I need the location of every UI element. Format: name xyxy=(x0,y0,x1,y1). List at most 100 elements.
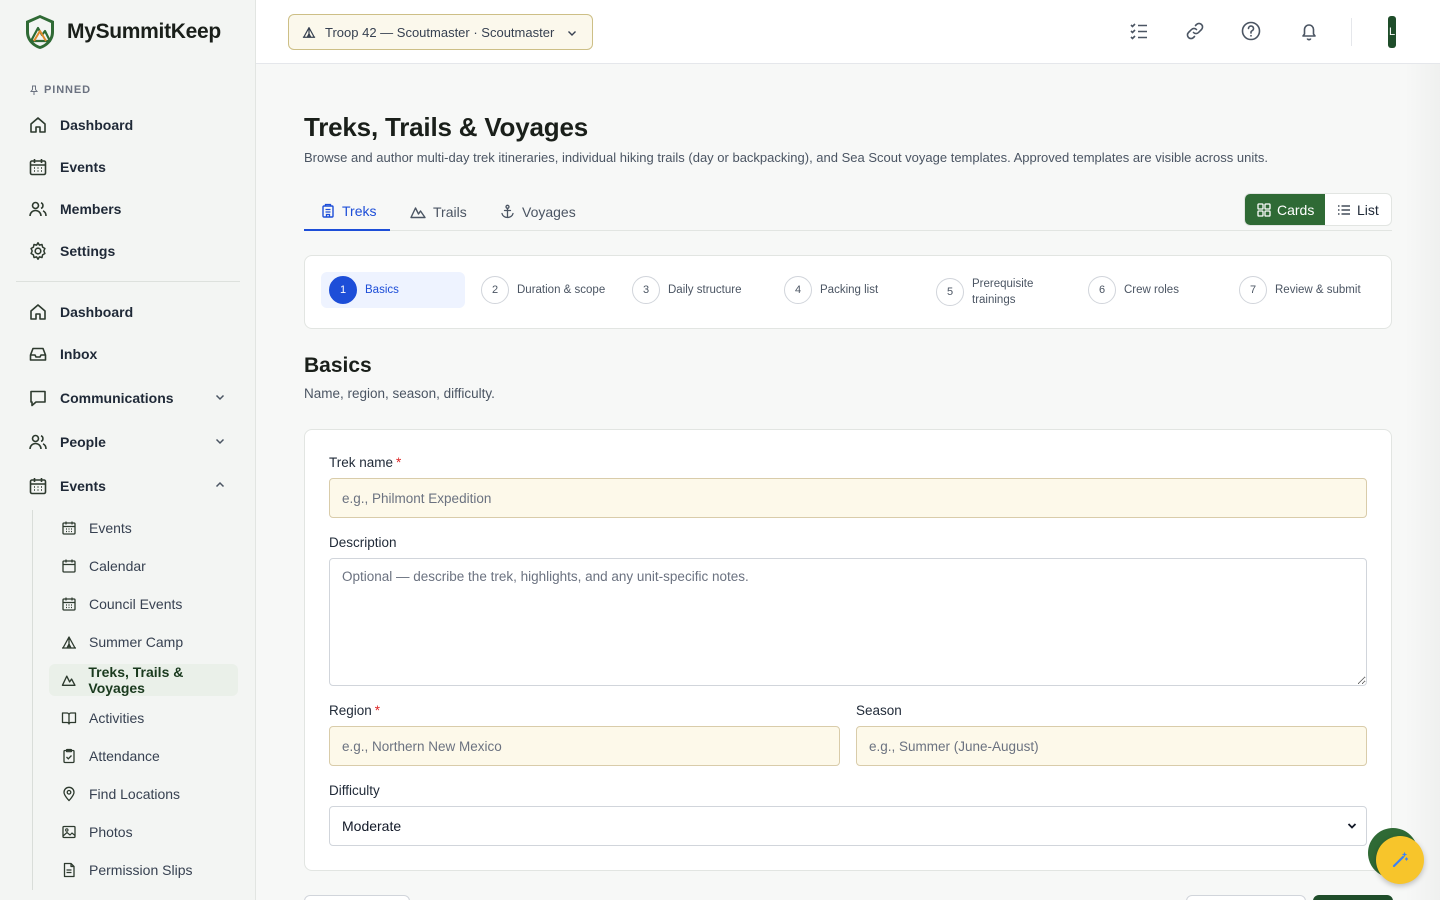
required-marker: * xyxy=(374,703,381,718)
season-input[interactable] xyxy=(856,726,1367,766)
tab-voyages[interactable]: Voyages xyxy=(500,192,590,231)
subnav-treks-trails-voyages[interactable]: Treks, Trails & Voyages xyxy=(49,664,238,696)
save-draft-button[interactable] xyxy=(1186,895,1306,900)
home-icon xyxy=(30,304,46,320)
wizard-stepper: 1 Basics 2 Duration & scope 3 Daily stru… xyxy=(304,255,1392,329)
next-button[interactable] xyxy=(1313,895,1393,900)
subnav-find-locations[interactable]: Find Locations xyxy=(49,778,238,810)
required-marker: * xyxy=(396,455,402,470)
chevron-up-icon[interactable] xyxy=(214,479,226,491)
image-icon xyxy=(62,825,76,839)
assistant-fab[interactable] xyxy=(1376,836,1424,884)
tent-icon xyxy=(302,27,316,38)
clipboard-check-icon xyxy=(63,748,75,764)
book-icon xyxy=(61,712,77,725)
sidebar: MySummitKeep PINNED Dashboard Events Mem… xyxy=(0,0,256,900)
section-title: Basics xyxy=(304,354,372,377)
chevron-down-icon xyxy=(568,31,576,36)
step-duration-scope[interactable]: 2 Duration & scope xyxy=(473,272,613,308)
page-title: Treks, Trails & Voyages xyxy=(304,112,588,142)
subnav-permission-slips[interactable]: Permission Slips xyxy=(49,854,238,886)
unit-selector-label: Troop 42 — Scoutmaster · Scoutmaster xyxy=(325,24,555,40)
pinned-section-label: PINNED xyxy=(29,84,255,96)
description-textarea[interactable] xyxy=(329,558,1367,686)
step-prerequisite-trainings[interactable]: 5 Prerequisite trainings xyxy=(928,274,1068,310)
calendar-icon xyxy=(62,521,76,535)
brand-name: MySummitKeep xyxy=(67,20,221,43)
bell-icon[interactable] xyxy=(1298,20,1320,42)
region-label: Region * xyxy=(329,703,381,718)
basics-form: Trek name* Description Region* Season Di… xyxy=(304,429,1392,871)
chevron-down-icon[interactable] xyxy=(214,391,226,403)
topbar: Troop 42 — Scoutmaster · Scoutmaster L xyxy=(256,0,1440,64)
subnav-attendance[interactable]: Attendance xyxy=(49,740,238,772)
view-cards-button[interactable]: Cards xyxy=(1245,194,1325,225)
subnav-calendar[interactable]: Calendar xyxy=(49,550,238,582)
tab-trails[interactable]: Trails xyxy=(410,192,480,231)
chevron-down-icon xyxy=(1347,823,1357,829)
unit-selector[interactable]: Troop 42 — Scoutmaster · Scoutmaster xyxy=(288,14,593,50)
map-pin-icon xyxy=(63,786,75,802)
pinned-nav-settings[interactable]: Settings xyxy=(16,233,240,269)
gear-icon xyxy=(30,242,46,260)
nav-inbox[interactable]: Inbox xyxy=(16,336,240,372)
step-number: 2 xyxy=(481,276,509,304)
description-label: Description xyxy=(329,535,397,550)
season-label: Season xyxy=(856,703,902,718)
subnav-events[interactable]: Events xyxy=(49,512,238,544)
step-review-submit[interactable]: 7 Review & submit xyxy=(1231,272,1381,308)
trek-name-input[interactable] xyxy=(329,478,1367,518)
anchor-icon xyxy=(501,204,514,219)
pinned-nav-dashboard[interactable]: Dashboard xyxy=(16,107,240,143)
difficulty-label: Difficulty xyxy=(329,783,380,798)
document-icon xyxy=(63,862,75,878)
step-number: 7 xyxy=(1239,276,1267,304)
step-label: Prerequisite trainings xyxy=(972,278,1034,306)
link-icon[interactable] xyxy=(1184,20,1206,42)
nav-communications[interactable]: Communications xyxy=(16,380,240,416)
checklist-icon[interactable] xyxy=(1128,20,1150,42)
subnav-summer-camp[interactable]: Summer Camp xyxy=(49,626,238,658)
calendar-icon xyxy=(62,559,76,573)
pinned-nav-members[interactable]: Members xyxy=(16,191,240,227)
back-button[interactable] xyxy=(304,895,410,900)
step-number: 4 xyxy=(784,276,812,304)
sidebar-divider xyxy=(16,281,240,282)
step-number: 6 xyxy=(1088,276,1116,304)
chevron-down-icon[interactable] xyxy=(214,435,226,447)
nav-events[interactable]: Events xyxy=(16,468,240,504)
subnav-council-events[interactable]: Council Events xyxy=(49,588,238,620)
step-label: Review & submit xyxy=(1275,284,1361,296)
step-daily-structure[interactable]: 3 Daily structure xyxy=(624,272,764,308)
pinned-nav-events[interactable]: Events xyxy=(16,149,240,185)
summit-logo-icon xyxy=(26,15,54,49)
page-subtitle: Browse and author multi-day trek itinera… xyxy=(304,150,1268,165)
step-basics[interactable]: 1 Basics xyxy=(321,272,465,308)
help-icon[interactable] xyxy=(1240,20,1262,42)
step-crew-roles[interactable]: 6 Crew roles xyxy=(1080,272,1220,308)
brand[interactable]: MySummitKeep xyxy=(0,0,255,64)
pin-icon xyxy=(30,85,38,95)
user-avatar[interactable]: L xyxy=(1388,16,1396,48)
calendar-icon xyxy=(62,597,76,611)
calendar-icon xyxy=(29,159,47,176)
difficulty-selected-value: Moderate xyxy=(342,818,402,834)
main-content: Treks, Trails & Voyages Browse and autho… xyxy=(256,64,1440,900)
tab-treks[interactable]: Treks xyxy=(304,192,390,231)
view-list-button[interactable]: List xyxy=(1325,194,1391,225)
difficulty-select[interactable]: Moderate xyxy=(329,806,1367,846)
list-icon xyxy=(1338,204,1350,215)
nav-dashboard[interactable]: Dashboard xyxy=(16,294,240,330)
region-input[interactable] xyxy=(329,726,840,766)
step-label: Crew roles xyxy=(1124,284,1179,296)
template-tabs: Treks Trails Voyages xyxy=(304,192,1392,231)
subnav-photos[interactable]: Photos xyxy=(49,816,238,848)
wand-icon xyxy=(1392,852,1409,868)
nav-people[interactable]: People xyxy=(16,424,240,460)
mountain-icon xyxy=(61,675,76,686)
subnav-activities[interactable]: Activities xyxy=(49,702,238,734)
step-packing-list[interactable]: 4 Packing list xyxy=(776,272,916,308)
inbox-icon xyxy=(29,347,47,361)
step-number: 1 xyxy=(329,276,357,304)
step-label: Duration & scope xyxy=(517,284,606,296)
